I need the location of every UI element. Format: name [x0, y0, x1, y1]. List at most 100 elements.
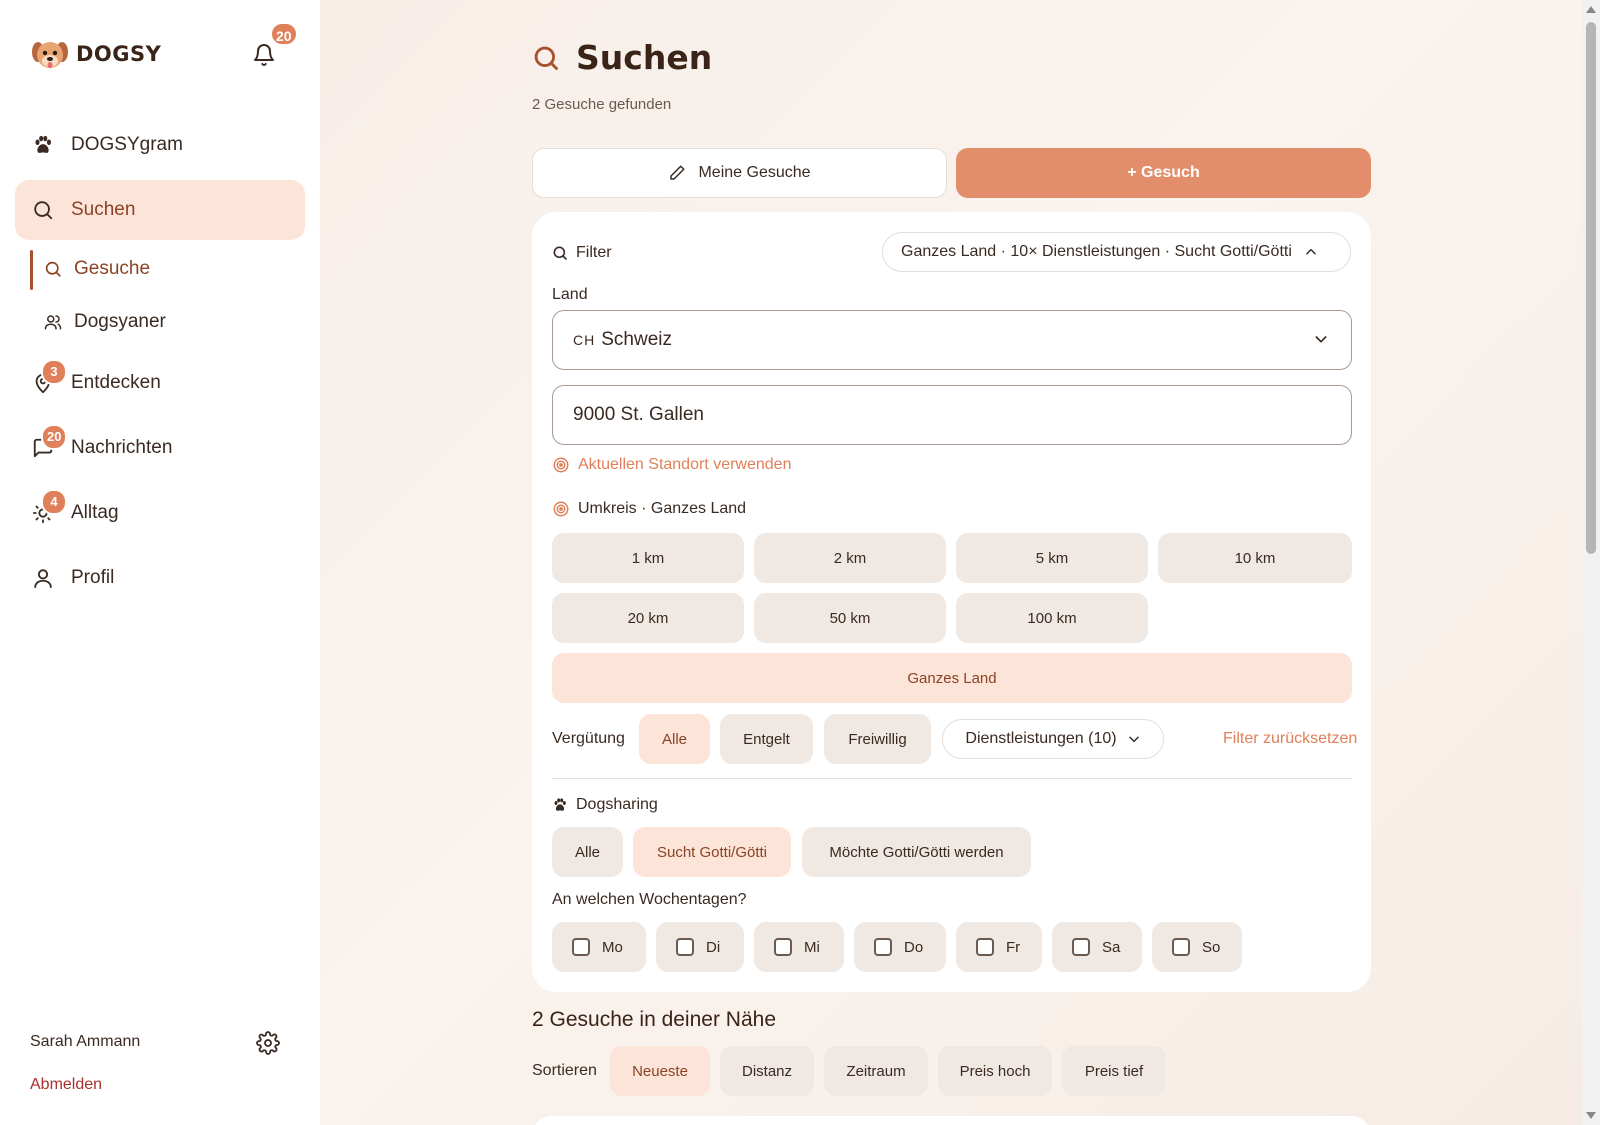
results-count: 2 Gesuche gefunden	[532, 96, 672, 113]
country-code: CH	[573, 332, 596, 348]
nav-dogsygram[interactable]: DOGSYgram	[15, 115, 305, 175]
weekday-fr[interactable]: Fr	[956, 922, 1042, 972]
notifications-badge: 20	[270, 22, 298, 46]
checkbox[interactable]	[676, 938, 694, 956]
nav-label: Suchen	[71, 199, 136, 220]
chevron-down-icon	[1315, 336, 1327, 343]
weekday-label: Mo	[602, 938, 623, 956]
filter-summary-text: Ganzes Land · 10× Dienstleistungen · Suc…	[901, 243, 1292, 260]
subnav-gesuche[interactable]: Gesuche	[44, 258, 150, 280]
location-input[interactable]: 9000 St. Gallen	[552, 385, 1352, 445]
use-location-link[interactable]: Aktuellen Standort verwenden	[552, 456, 791, 474]
nav-nachrichten[interactable]: 20 Nachrichten	[15, 418, 305, 478]
brand-name: DOGSY	[76, 42, 162, 66]
checkbox[interactable]	[976, 938, 994, 956]
sharing-option-all[interactable]: Alle	[552, 827, 623, 877]
nav-suchen[interactable]: Suchen	[15, 180, 305, 240]
search-icon	[534, 46, 558, 70]
sidebar: DOGSY 20 DOGSYgram Suchen Gesuche Dogsya…	[0, 0, 320, 1125]
nav-label: Profil	[71, 567, 115, 588]
map-pin-icon: 3	[31, 359, 67, 395]
radius-option-50km[interactable]: 50 km	[754, 593, 946, 643]
nachrichten-badge: 20	[41, 424, 68, 450]
radius-option-1km[interactable]: 1 km	[552, 533, 744, 583]
scroll-up-arrow[interactable]	[1586, 6, 1596, 13]
nav-profil[interactable]: Profil	[15, 548, 305, 608]
radius-option-5km[interactable]: 5 km	[956, 533, 1148, 583]
weekdays-label: An welchen Wochentagen?	[552, 891, 747, 908]
search-icon	[45, 261, 61, 277]
weekday-mo[interactable]: Mo	[552, 922, 646, 972]
radius-option-10km[interactable]: 10 km	[1158, 533, 1352, 583]
pencil-icon	[670, 165, 685, 180]
payment-label: Vergütung	[552, 730, 625, 747]
result-card[interactable]	[532, 1116, 1371, 1125]
country-value: Schweiz	[601, 329, 672, 350]
chevron-up-icon	[1306, 248, 1316, 255]
sharing-option-become-godparent[interactable]: Möchte Gotti/Götti werden	[802, 827, 1031, 877]
nav-alltag[interactable]: 4 Alltag	[15, 483, 305, 543]
brand-logo[interactable]: DOGSY	[30, 34, 161, 74]
weekday-do[interactable]: Do	[854, 922, 946, 972]
scroll-down-arrow[interactable]	[1586, 1112, 1596, 1119]
payment-option-voluntary[interactable]: Freiwillig	[824, 714, 931, 764]
dog-logo-icon	[30, 34, 70, 74]
filter-header: Filter	[552, 244, 612, 262]
weekday-label: So	[1202, 938, 1221, 956]
subnav-label: Gesuche	[74, 258, 151, 279]
weekday-mi[interactable]: Mi	[754, 922, 844, 972]
subnav-indicator	[30, 250, 33, 290]
bell-icon	[254, 44, 274, 66]
nav-entdecken[interactable]: 3 Entdecken	[15, 353, 305, 413]
filter-summary-toggle[interactable]: Ganzes Land · 10× Dienstleistungen · Suc…	[882, 232, 1351, 272]
user-name: Sarah Ammann	[30, 1033, 141, 1050]
settings-button[interactable]	[256, 1031, 280, 1055]
search-icon	[553, 246, 567, 260]
subnav-dogsyaner[interactable]: Dogsyaner	[44, 311, 166, 333]
chevron-down-icon	[1128, 736, 1139, 743]
reset-filter-link[interactable]: Filter zurücksetzen	[1223, 730, 1357, 748]
weekday-label: Do	[904, 938, 924, 956]
scroll-thumb[interactable]	[1586, 22, 1596, 554]
sharing-option-seeks-godparent[interactable]: Sucht Gotti/Götti	[633, 827, 791, 877]
sort-label: Sortieren	[532, 1062, 597, 1079]
filter-label: Filter	[576, 244, 612, 261]
payment-option-all[interactable]: Alle	[639, 714, 710, 764]
nav-label: Nachrichten	[71, 437, 173, 458]
dogsharing-header: Dogsharing	[552, 796, 658, 814]
new-request-button[interactable]: + Gesuch	[956, 148, 1371, 198]
sort-option-distance[interactable]: Distanz	[720, 1046, 814, 1096]
dogsharing-label: Dogsharing	[576, 796, 658, 813]
my-requests-button[interactable]: Meine Gesuche	[532, 148, 947, 198]
main-content: Suchen 2 Gesuche gefunden Meine Gesuche …	[320, 0, 1582, 1125]
country-select[interactable]: CH Schweiz	[552, 310, 1352, 370]
weekday-sa[interactable]: Sa	[1052, 922, 1142, 972]
paw-icon	[31, 133, 55, 157]
sort-option-price-low[interactable]: Preis tief	[1062, 1046, 1166, 1096]
checkbox[interactable]	[1072, 938, 1090, 956]
radius-option-whole-country[interactable]: Ganzes Land	[552, 653, 1352, 703]
radius-option-20km[interactable]: 20 km	[552, 593, 744, 643]
target-icon	[553, 501, 569, 517]
notifications-button[interactable]: 20	[252, 22, 298, 70]
radius-option-100km[interactable]: 100 km	[956, 593, 1148, 643]
checkbox[interactable]	[1172, 938, 1190, 956]
radius-option-2km[interactable]: 2 km	[754, 533, 946, 583]
weekday-label: Sa	[1102, 938, 1121, 956]
use-location-label: Aktuellen Standort verwenden	[578, 456, 792, 473]
scrollbar[interactable]	[1582, 0, 1600, 1125]
country-label: Land	[552, 286, 588, 303]
sort-option-price-high[interactable]: Preis hoch	[938, 1046, 1052, 1096]
weekday-di[interactable]: Di	[656, 922, 744, 972]
logout-link[interactable]: Abmelden	[30, 1076, 102, 1094]
checkbox[interactable]	[774, 938, 792, 956]
checkbox[interactable]	[572, 938, 590, 956]
search-icon	[31, 198, 55, 222]
sort-option-newest[interactable]: Neueste	[610, 1046, 710, 1096]
checkbox[interactable]	[874, 938, 892, 956]
payment-option-paid[interactable]: Entgelt	[720, 714, 813, 764]
sort-option-period[interactable]: Zeitraum	[824, 1046, 928, 1096]
services-dropdown[interactable]: Dienstleistungen (10)	[942, 719, 1164, 759]
weekday-label: Di	[706, 938, 721, 956]
weekday-so[interactable]: So	[1152, 922, 1242, 972]
